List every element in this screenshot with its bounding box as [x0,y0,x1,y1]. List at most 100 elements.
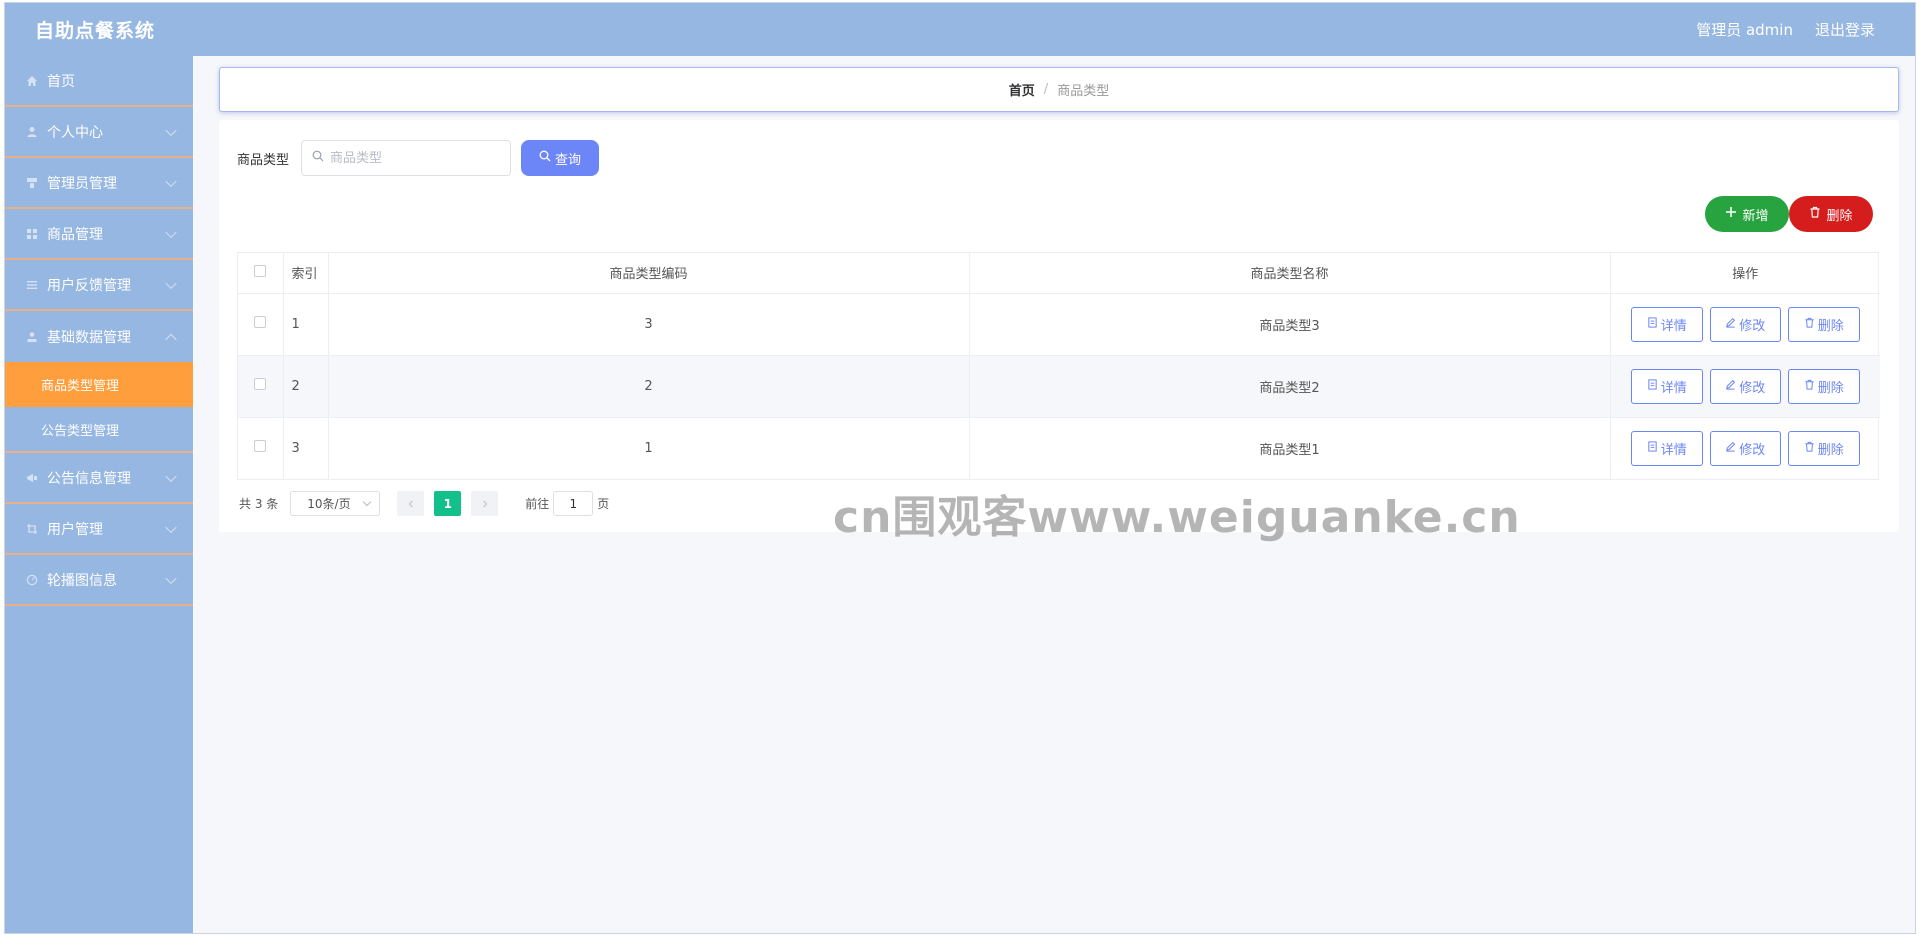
chevron-down-icon [165,175,177,187]
logout-link[interactable]: 退出登录 [1815,19,1875,40]
sidebar-item-home[interactable]: 首页 [5,56,193,107]
cell-actions: 详情 修改 删除 [1610,293,1881,356]
page-size-select[interactable]: 10条/页 [290,491,381,516]
query-button[interactable]: 查询 [521,140,600,176]
add-button-label: 新增 [1742,208,1769,224]
sidebar-item-users[interactable]: 用户管理 [5,504,193,555]
row-select-cell [238,293,284,356]
main-content: 首页 / 商品类型 商品类型 查询 [193,56,1915,933]
document-icon [1647,378,1658,394]
document-icon [1647,316,1658,332]
table-header-row: 索引 商品类型编码 商品类型名称 操作 [238,253,1880,294]
row-checkbox[interactable] [254,316,267,328]
sidebar-item-label: 商品管理 [47,226,103,243]
detail-button-label: 详情 [1660,318,1687,334]
row-actions: 详情 修改 删除 [1611,306,1881,342]
sidebar: 首页 个人中心 管理员管理 商品管理 用户反馈管理 基础数据管理 商品类型管理 … [5,56,193,933]
search-row: 商品类型 查询 [237,140,600,176]
search-label: 商品类型 [237,152,290,168]
table-row: 1 3 商品类型3 详情 修改 删除 [238,293,1881,356]
column-header-actions: 操作 [1610,253,1880,294]
detail-button[interactable]: 详情 [1630,430,1703,466]
sidebar-item-feedback[interactable]: 用户反馈管理 [5,260,193,311]
chevron-down-icon [165,226,177,238]
sidebar-subitem-notice-type[interactable]: 公告类型管理 [5,407,193,453]
breadcrumb-home[interactable]: 首页 [1009,80,1035,99]
pagination: 共 3 条 10条/页 1 前往 1 页 [239,491,609,516]
search-box [301,140,512,176]
goto-page-input[interactable] [553,491,594,516]
detail-button[interactable]: 详情 [1630,368,1703,404]
delete-button-label: 删除 [1817,380,1844,396]
goto-page: 前往 页 [525,491,609,516]
current-user: 管理员 admin [1696,21,1793,39]
page-size-value: 10条/页 [307,497,351,511]
cell-name: 商品类型2 [969,355,1611,418]
sidebar-item-label: 个人中心 [47,124,103,141]
row-select-cell [238,355,284,418]
prev-page-button[interactable] [397,491,425,516]
detail-button-label: 详情 [1660,380,1687,396]
column-header-name: 商品类型名称 [969,253,1611,294]
document-icon [1647,441,1658,456]
row-checkbox[interactable] [254,378,267,390]
data-icon [25,330,39,344]
search-icon [539,150,551,166]
edit-button[interactable]: 修改 [1709,368,1781,404]
edit-icon [1725,317,1736,332]
sidebar-item-basic-data[interactable]: 基础数据管理 [5,311,193,362]
chevron-down-icon [165,277,177,289]
select-all-checkbox[interactable] [254,264,267,277]
cell-index: 3 [283,417,329,479]
app-window: 自助点餐系统 管理员 admin 退出登录 首页 个人中心 管理员管理 商品管理… [4,2,1916,934]
cell-actions: 详情 修改 删除 [1610,355,1881,418]
table-row: 2 2 商品类型2 详情 修改 删除 [238,355,1881,418]
sidebar-item-label: 基础数据管理 [47,329,131,346]
delete-button[interactable]: 删除 [1787,430,1860,466]
notice-icon [25,471,39,485]
sidebar-item-carousel[interactable]: 轮播图信息 [5,555,193,606]
delete-button-label: 删除 [1826,208,1853,224]
edit-button[interactable]: 修改 [1709,306,1781,342]
search-icon [312,150,324,166]
next-page-button[interactable] [471,491,499,516]
chevron-left-icon [407,497,415,511]
add-button[interactable]: 新增 [1705,196,1789,232]
sidebar-item-notice[interactable]: 公告信息管理 [5,453,193,504]
chevron-down-icon [165,572,177,584]
edit-button[interactable]: 修改 [1709,430,1781,466]
edit-icon [1725,441,1736,456]
page-number-current[interactable]: 1 [434,491,462,516]
top-bar: 自助点餐系统 管理员 admin 退出登录 [5,3,1915,56]
cell-code: 1 [328,417,970,479]
row-actions: 详情 修改 删除 [1611,368,1881,404]
cell-index: 1 [283,293,329,356]
detail-button[interactable]: 详情 [1630,306,1703,342]
sidebar-item-label: 用户管理 [47,521,103,538]
chevron-down-icon [165,521,177,533]
search-input[interactable] [330,150,491,166]
cell-index: 2 [283,355,329,418]
chevron-down-icon [165,470,177,482]
chevron-up-icon [165,333,177,345]
cell-code: 2 [328,355,970,418]
sidebar-item-goods[interactable]: 商品管理 [5,209,193,260]
column-header-code: 商品类型编码 [328,253,970,294]
home-icon [25,74,39,88]
chevron-down-icon [165,124,177,136]
delete-button[interactable]: 删除 [1787,306,1860,342]
sidebar-subitem-goods-type[interactable]: 商品类型管理 [5,362,193,407]
sidebar-item-label: 首页 [47,73,75,90]
row-checkbox[interactable] [254,440,267,453]
delete-button[interactable]: 删除 [1787,368,1860,404]
sidebar-item-personal-center[interactable]: 个人中心 [5,107,193,158]
trash-icon [1804,441,1815,456]
total-count: 共 3 条 [239,497,279,511]
batch-delete-button[interactable]: 删除 [1789,196,1873,232]
top-right-actions: 管理员 admin 退出登录 [1696,19,1875,40]
plus-icon [1725,206,1737,222]
app-title: 自助点餐系统 [35,20,156,42]
goto-label: 前往 [525,497,550,511]
sidebar-item-admin[interactable]: 管理员管理 [5,158,193,209]
sidebar-item-label: 公告信息管理 [47,470,131,487]
